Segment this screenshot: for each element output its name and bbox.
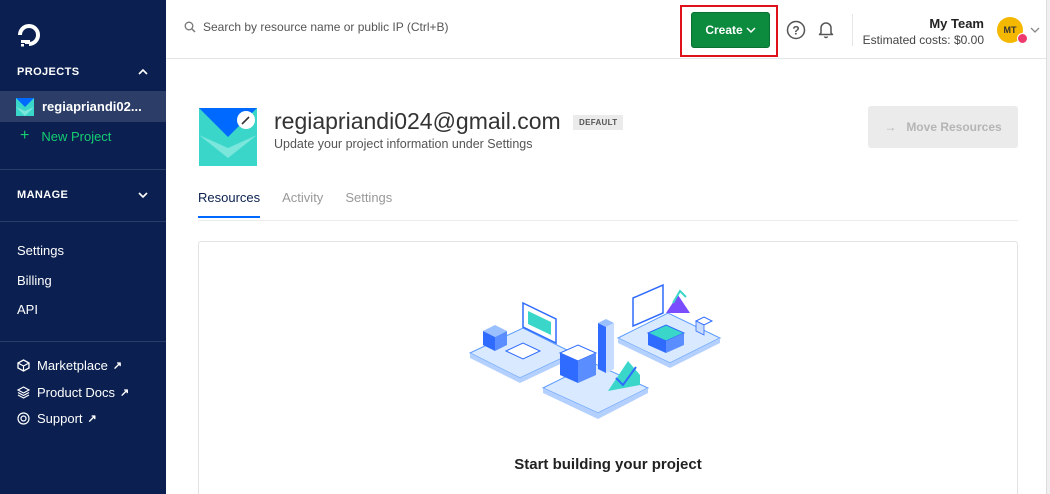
sidebar-divider [0, 169, 166, 170]
tab-underline [198, 220, 1018, 221]
chevron-down-icon[interactable] [137, 189, 149, 201]
move-resources-label: Move Resources [906, 120, 1002, 134]
sidebar-item-billing[interactable]: Billing [17, 273, 52, 288]
current-project-name: regiapriandi02... [42, 99, 142, 114]
arrow-right-icon: → [884, 120, 897, 134]
help-icon[interactable]: ? [786, 20, 806, 40]
create-button-label: Create [705, 23, 743, 37]
sidebar-item-settings[interactable]: Settings [17, 243, 64, 258]
top-bar: Search by resource name or public IP (Ct… [166, 0, 1050, 59]
support-label: Support [37, 411, 83, 426]
manage-heading: MANAGE [17, 189, 69, 201]
sidebar-divider [0, 221, 166, 222]
project-avatar-icon [199, 108, 257, 166]
move-resources-button[interactable]: → Move Resources [868, 106, 1018, 148]
external-link-icon: ↗ [120, 387, 130, 399]
search-icon [184, 21, 196, 33]
empty-state-illustration [468, 283, 722, 419]
new-project-link[interactable]: + New Project [20, 128, 111, 144]
sidebar-item-support[interactable]: Support ↗ [17, 411, 97, 426]
project-title: regiapriandi024@gmail.com [274, 108, 561, 134]
product-docs-label: Product Docs [37, 385, 116, 400]
chevron-up-icon[interactable] [137, 66, 149, 78]
sidebar-item-current-project[interactable]: regiapriandi02... [0, 91, 166, 122]
topbar-divider [852, 14, 853, 46]
estimated-costs: Estimated costs: $0.00 [862, 33, 984, 47]
external-link-icon: ↗ [87, 413, 97, 425]
tab-activity[interactable]: Activity [282, 190, 323, 218]
default-badge: DEFAULT [573, 115, 624, 130]
team-name[interactable]: My Team [929, 16, 984, 31]
external-link-icon: ↗ [112, 360, 123, 372]
marketplace-icon [17, 359, 30, 372]
sidebar: PROJECTS regiapriandi02... + New Project… [0, 0, 166, 494]
svg-text:?: ? [792, 24, 799, 38]
chevron-down-icon[interactable] [1030, 25, 1040, 35]
digitalocean-logo-icon[interactable] [16, 22, 42, 48]
sidebar-item-product-docs[interactable]: Product Docs ↗ [17, 385, 129, 400]
notification-bell-icon[interactable] [816, 19, 836, 39]
create-button[interactable]: Create [691, 12, 770, 48]
plus-icon: + [20, 127, 30, 144]
chevron-down-icon [746, 27, 756, 34]
support-lifebuoy-icon [17, 412, 30, 425]
tab-settings[interactable]: Settings [345, 190, 392, 218]
projects-section-header[interactable]: PROJECTS [0, 62, 166, 82]
search-placeholder: Search by resource name or public IP (Ct… [203, 20, 449, 34]
sidebar-item-marketplace[interactable]: Marketplace ↗ [17, 358, 122, 373]
project-tabs: Resources Activity Settings [198, 190, 414, 218]
tab-resources[interactable]: Resources [198, 190, 261, 218]
avatar-badge [1017, 33, 1028, 44]
search-input[interactable]: Search by resource name or public IP (Ct… [184, 20, 449, 34]
scrollbar[interactable] [1046, 0, 1050, 494]
docs-layers-icon [17, 386, 30, 399]
project-subtitle: Update your project information under Se… [274, 137, 533, 151]
marketplace-label: Marketplace [37, 358, 108, 373]
empty-state-title: Start building your project [514, 456, 702, 473]
new-project-label: New Project [41, 128, 112, 144]
sidebar-divider [0, 341, 166, 342]
manage-section-header[interactable]: MANAGE [0, 185, 166, 205]
sidebar-item-api[interactable]: API [17, 302, 38, 317]
project-avatar-icon [16, 97, 34, 116]
projects-heading: PROJECTS [17, 66, 80, 78]
